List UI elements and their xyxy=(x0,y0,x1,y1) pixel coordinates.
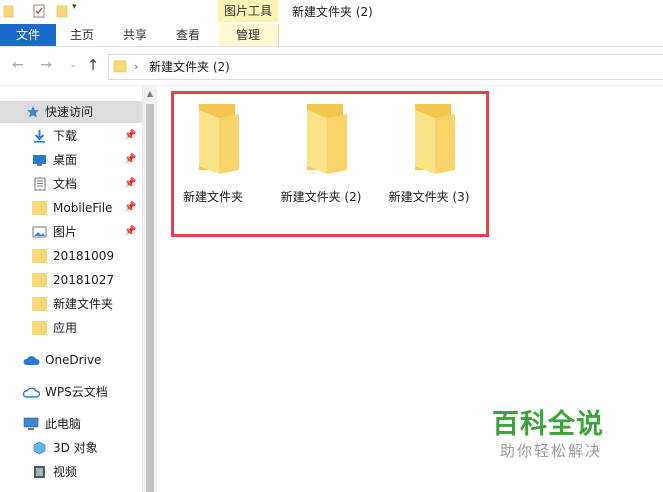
cube-icon xyxy=(33,441,46,455)
tab-share[interactable]: 共享 xyxy=(115,24,155,46)
title-bar: ▾ 图片工具 新建文件夹 (2) xyxy=(0,0,663,24)
folder-name: 新建文件夹 (3) xyxy=(388,190,470,204)
sidebar-item-downloads[interactable]: 下载 📌 xyxy=(0,125,142,147)
star-icon xyxy=(27,106,39,118)
folder-name: 新建文件夹 (2) xyxy=(280,190,362,204)
address-path: 新建文件夹 (2) xyxy=(149,60,230,74)
folder-item[interactable]: 新建文件夹 xyxy=(163,100,263,210)
sidebar-item-this-pc[interactable]: 此电脑 xyxy=(0,413,142,435)
watermark-logo: 百科全说 xyxy=(492,409,604,440)
folder-icon[interactable] xyxy=(3,4,15,18)
tab-home[interactable]: 主页 xyxy=(62,24,102,46)
picture-tools-tab: 图片工具 xyxy=(218,0,278,22)
folder-item[interactable]: 新建文件夹 (2) xyxy=(271,100,371,210)
sidebar-item-apps[interactable]: 应用 xyxy=(0,317,142,339)
sidebar-item-quick-access[interactable]: 快速访问 xyxy=(0,101,142,123)
sidebar-item-pictures[interactable]: 图片 📌 xyxy=(0,221,142,243)
sidebar-item-20181027[interactable]: 20181027 xyxy=(0,269,142,291)
folder-icon xyxy=(32,249,47,263)
folder-icon xyxy=(307,104,347,174)
sidebar-item-wps-cloud[interactable]: WPS云文档 xyxy=(0,381,142,403)
sidebar-item-onedrive[interactable]: OneDrive xyxy=(0,349,142,371)
folder-icon xyxy=(199,104,239,174)
sidebar-item-videos[interactable]: 视频 xyxy=(0,461,142,483)
folder-icon xyxy=(113,60,127,73)
folder-icon xyxy=(415,104,455,174)
desktop-icon xyxy=(33,155,46,166)
pin-icon[interactable]: 📌 xyxy=(124,197,136,219)
pin-icon[interactable]: 📌 xyxy=(124,221,136,243)
customize-qa-icon[interactable]: ▾ xyxy=(72,2,77,12)
up-arrow-icon[interactable]: ↑ xyxy=(84,56,102,74)
folder-item[interactable]: 新建文件夹 (3) xyxy=(379,100,479,210)
tab-file[interactable]: 文件 xyxy=(0,24,56,46)
back-arrow-icon[interactable]: ← xyxy=(9,56,27,74)
sidebar-item-3d-objects[interactable]: 3D 对象 xyxy=(0,437,142,459)
sidebar-scrollbar[interactable]: ▲ xyxy=(142,86,157,492)
pin-icon[interactable]: 📌 xyxy=(124,149,136,171)
chevron-right-icon[interactable]: › xyxy=(134,55,138,79)
folder-icon xyxy=(32,297,47,311)
sidebar-item-new-folder[interactable]: 新建文件夹 xyxy=(0,293,142,315)
ribbon: 文件 主页 共享 查看 管理 xyxy=(0,24,663,47)
document-icon xyxy=(34,177,46,191)
forward-arrow-icon[interactable]: → xyxy=(37,56,55,74)
navigation-bar: ← → ⌄ ↑ › 新建文件夹 (2) xyxy=(0,47,663,86)
watermark-slogan: 助你轻松解决 xyxy=(500,442,603,460)
tab-manage[interactable]: 管理 xyxy=(218,24,278,46)
address-bar[interactable]: › 新建文件夹 (2) xyxy=(108,54,663,80)
navigation-pane: 快速访问 下载 📌 桌面 📌 文档 📌 MobileFile 📌 图片 📌 20… xyxy=(0,86,142,492)
computer-icon xyxy=(23,417,39,430)
folder-icon xyxy=(32,273,47,287)
folder-name: 新建文件夹 xyxy=(182,190,243,204)
window-title: 新建文件夹 (2) xyxy=(292,5,373,19)
tab-view[interactable]: 查看 xyxy=(168,24,208,46)
recent-dropdown-icon[interactable]: ⌄ xyxy=(64,56,82,74)
folder-icon xyxy=(32,201,47,215)
new-folder-icon[interactable] xyxy=(56,4,68,18)
wps-cloud-icon xyxy=(22,387,40,398)
properties-icon[interactable] xyxy=(33,4,45,18)
pin-icon[interactable]: 📌 xyxy=(124,173,136,195)
sidebar-item-desktop[interactable]: 桌面 📌 xyxy=(0,149,142,171)
scroll-up-icon[interactable]: ▲ xyxy=(143,88,157,100)
download-icon xyxy=(34,130,45,143)
scrollbar-thumb[interactable] xyxy=(146,104,154,492)
cloud-icon xyxy=(23,356,40,365)
pin-icon[interactable]: 📌 xyxy=(124,125,136,147)
sidebar-item-20181009[interactable]: 20181009 xyxy=(0,245,142,267)
folder-icon xyxy=(32,321,47,335)
sidebar-item-mobilefile[interactable]: MobileFile 📌 xyxy=(0,197,142,219)
sidebar-item-documents[interactable]: 文档 📌 xyxy=(0,173,142,195)
video-icon xyxy=(34,466,45,478)
pictures-icon xyxy=(32,226,47,238)
